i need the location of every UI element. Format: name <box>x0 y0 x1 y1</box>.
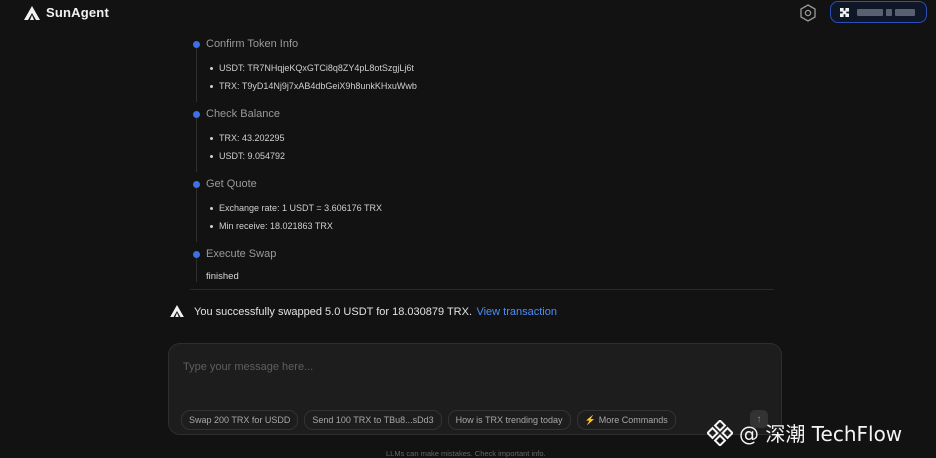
step-bullet <box>193 181 200 188</box>
step-detail: USDT: 9.054792 <box>210 151 285 161</box>
step-detail: Exchange rate: 1 USDT = 3.606176 TRX <box>210 203 382 213</box>
step-connector <box>196 256 197 282</box>
step-bullet <box>193 111 200 118</box>
step-bullet <box>193 41 200 48</box>
step-status: finished <box>206 271 239 282</box>
step-connector <box>196 186 197 242</box>
step-detail: TRX: T9yD14Nj9j7xAB4dbGeiX9h8unkKHxuWwb <box>210 81 417 91</box>
step-detail: Min receive: 18.021863 TRX <box>210 221 333 231</box>
watermark-text: @ 深潮 TechFlow <box>739 422 903 446</box>
step-bullet <box>193 251 200 258</box>
suggestion-chips: Swap 200 TRX for USDD Send 100 TRX to TB… <box>181 410 676 430</box>
sunagent-logo-icon <box>24 5 40 20</box>
wallet-x-icon <box>840 7 849 17</box>
binance-diamond-icon <box>707 419 733 446</box>
step-connector <box>196 116 197 172</box>
app-name: SunAgent <box>46 5 109 20</box>
result-text: You successfully swapped 5.0 USDT for 18… <box>194 306 473 318</box>
watermark: @ 深潮 TechFlow <box>707 418 902 447</box>
message-composer: Swap 200 TRX for USDD Send 100 TRX to TB… <box>168 343 782 435</box>
top-bar: SunAgent <box>0 0 936 28</box>
disclaimer: LLMs can make mistakes. Check important … <box>386 449 546 458</box>
message-input[interactable] <box>181 358 745 376</box>
sunagent-avatar-icon <box>170 305 184 317</box>
more-commands-button[interactable]: ⚡ More Commands <box>576 410 676 430</box>
divider <box>190 289 774 290</box>
step-detail: USDT: TR7NHqjeKQxGTCi8q8ZY4pL8otSzgjLj6t <box>210 63 414 73</box>
step-detail: TRX: 43.202295 <box>210 133 285 143</box>
sparkle-icon: ⚡ <box>584 414 596 425</box>
step-connector <box>196 46 197 102</box>
suggestion-chip[interactable]: Send 100 TRX to TBu8...sDd3 <box>304 410 442 430</box>
wallet-address-redacted <box>857 8 915 16</box>
result-message: You successfully swapped 5.0 USDT for 18… <box>170 302 557 320</box>
suggestion-chip[interactable]: How is TRX trending today <box>447 410 571 430</box>
hexagon-gear-icon <box>800 4 816 22</box>
step-title: Confirm Token Info <box>206 38 299 50</box>
view-transaction-link[interactable]: View transaction <box>476 306 557 318</box>
step-title: Get Quote <box>206 178 257 190</box>
wallet-button[interactable] <box>830 1 927 23</box>
step-title: Check Balance <box>206 108 280 120</box>
more-commands-label: More Commands <box>598 415 668 425</box>
settings-button[interactable] <box>798 3 818 23</box>
app-logo[interactable]: SunAgent <box>24 5 109 20</box>
step-title: Execute Swap <box>206 248 277 260</box>
suggestion-chip[interactable]: Swap 200 TRX for USDD <box>181 410 299 430</box>
